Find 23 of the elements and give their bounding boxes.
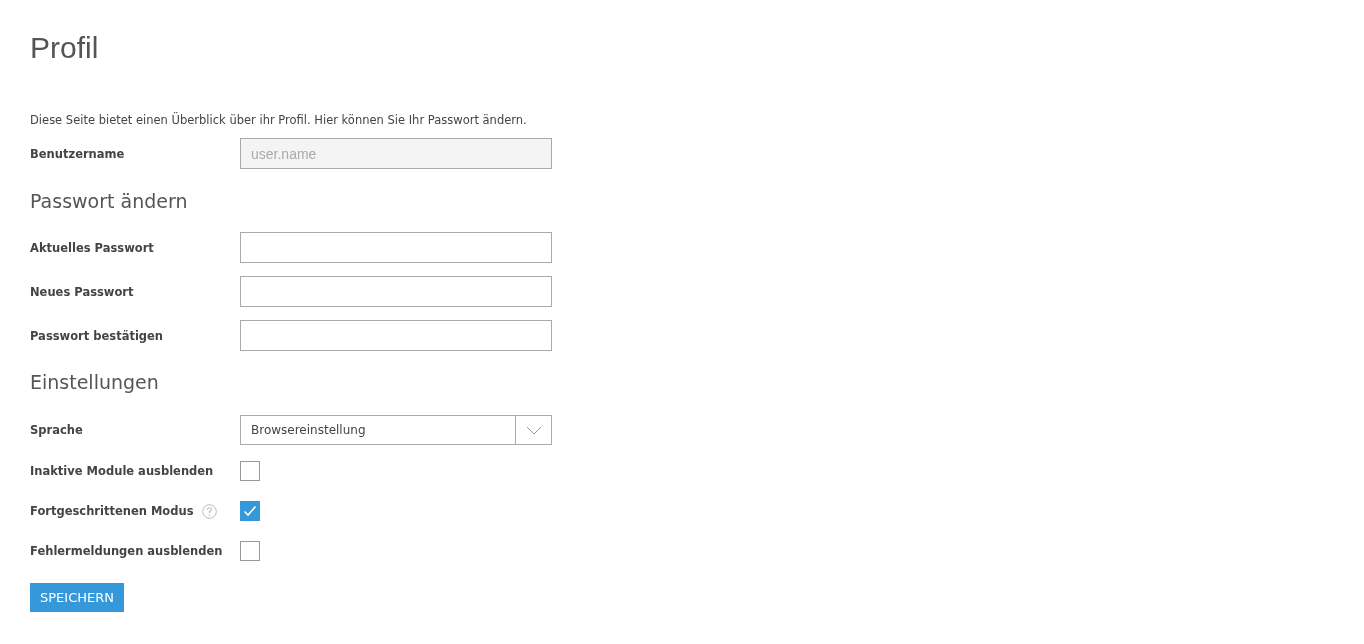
option-label: Fehlermeldungen ausblenden xyxy=(30,544,223,558)
field-label: Sprache xyxy=(30,423,84,437)
checkbox[interactable] xyxy=(240,541,260,561)
password-field[interactable] xyxy=(240,276,552,307)
section-heading: Passwort ändern xyxy=(30,189,188,214)
checkmark-icon xyxy=(243,505,257,517)
field-label: Neues Passwort xyxy=(30,284,135,299)
intro-text: Diese Seite bietet einen Überblick über ihr Profil. Hier können Sie Ihr Passwort ändern. xyxy=(30,112,527,128)
field-label: Benutzername xyxy=(30,146,126,161)
chevron-down-icon xyxy=(525,425,542,435)
field-label: Passwort bestätigen xyxy=(30,328,165,343)
option-label: Inaktive Module ausblenden xyxy=(30,464,214,478)
section-heading: Einstellungen xyxy=(30,370,159,395)
option-label: Fortgeschrittenen Modus xyxy=(30,504,194,518)
help-icon[interactable] xyxy=(201,503,217,519)
save-button[interactable]: SPEICHERN xyxy=(30,583,124,612)
password-field[interactable] xyxy=(240,232,552,263)
password-field[interactable] xyxy=(240,320,552,351)
checkbox[interactable] xyxy=(240,461,260,481)
field-label: Aktuelles Passwort xyxy=(30,240,155,255)
page-title: Profil xyxy=(30,30,99,66)
language-dropdown[interactable]: Browsereinstellung xyxy=(240,415,552,445)
checkbox[interactable] xyxy=(240,501,260,521)
